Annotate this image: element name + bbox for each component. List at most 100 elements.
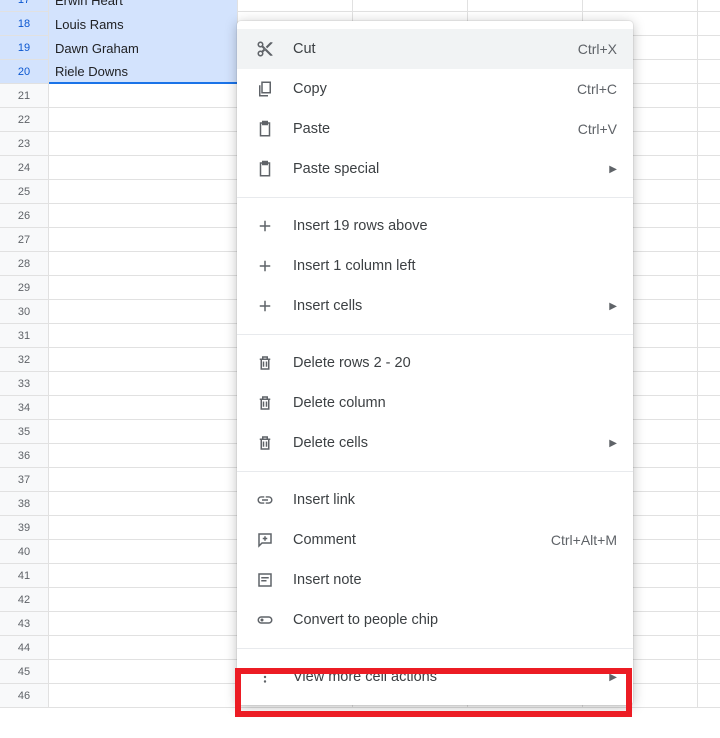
cell[interactable] [698,204,720,228]
menu-insert-link[interactable]: Insert link [237,480,633,520]
row-header[interactable]: 38 [0,492,49,516]
cell[interactable]: Louis Rams [49,12,238,36]
cell[interactable] [49,468,238,492]
cell[interactable] [698,348,720,372]
cell[interactable] [468,0,583,12]
row-header[interactable]: 22 [0,108,49,132]
cell[interactable]: Erwin Heart [49,0,238,12]
cell[interactable] [698,468,720,492]
cell[interactable] [698,84,720,108]
cell[interactable] [698,252,720,276]
cell[interactable] [698,0,720,12]
row-header[interactable]: 18 [0,12,49,36]
cell[interactable] [698,636,720,660]
cell[interactable] [698,684,720,708]
cell[interactable] [698,660,720,684]
cell[interactable] [698,180,720,204]
cell[interactable] [698,36,720,60]
cell[interactable] [698,564,720,588]
cell[interactable] [698,540,720,564]
cell[interactable] [238,0,353,12]
row-header[interactable]: 17 [0,0,49,12]
row-header[interactable]: 29 [0,276,49,300]
menu-insert-note[interactable]: Insert note [237,560,633,600]
row-header[interactable]: 41 [0,564,49,588]
menu-insert-cells[interactable]: Insert cells ▶ [237,286,633,326]
cell[interactable] [49,324,238,348]
row-header[interactable]: 28 [0,252,49,276]
row-header[interactable]: 44 [0,636,49,660]
row-header[interactable]: 42 [0,588,49,612]
row-header[interactable]: 20 [0,60,49,84]
cell[interactable] [49,372,238,396]
cell[interactable] [698,324,720,348]
cell[interactable] [49,180,238,204]
cell[interactable] [49,300,238,324]
cell[interactable]: Dawn Graham [49,36,238,60]
menu-comment[interactable]: Comment Ctrl+Alt+M [237,520,633,560]
cell[interactable] [49,492,238,516]
cell[interactable] [698,132,720,156]
cell[interactable] [698,276,720,300]
row-header[interactable]: 33 [0,372,49,396]
cell[interactable]: Riele Downs [49,60,238,84]
cell[interactable] [583,0,698,12]
cell[interactable] [49,612,238,636]
cell[interactable] [49,156,238,180]
row-header[interactable]: 31 [0,324,49,348]
row-header[interactable]: 24 [0,156,49,180]
menu-convert-people-chip[interactable]: Convert to people chip [237,600,633,640]
row-header[interactable]: 25 [0,180,49,204]
row-header[interactable]: 40 [0,540,49,564]
cell[interactable] [49,276,238,300]
row-header[interactable]: 37 [0,468,49,492]
cell[interactable] [353,0,468,12]
cell[interactable] [698,396,720,420]
cell[interactable] [698,612,720,636]
cell[interactable] [698,228,720,252]
menu-view-more-cell-actions[interactable]: View more cell actions ▶ [237,657,633,697]
cell[interactable] [698,108,720,132]
row-header[interactable]: 32 [0,348,49,372]
cell[interactable] [698,420,720,444]
cell[interactable] [49,252,238,276]
row-header[interactable]: 26 [0,204,49,228]
menu-delete-column[interactable]: Delete column [237,383,633,423]
menu-insert-rows-above[interactable]: Insert 19 rows above [237,206,633,246]
cell[interactable] [49,564,238,588]
row-header[interactable]: 43 [0,612,49,636]
row-header[interactable]: 27 [0,228,49,252]
cell[interactable] [49,132,238,156]
cell[interactable] [698,156,720,180]
table-row[interactable]: 17Erwin Heart [0,0,720,12]
cell[interactable] [49,108,238,132]
cell[interactable] [698,60,720,84]
cell[interactable] [49,660,238,684]
row-header[interactable]: 45 [0,660,49,684]
row-header[interactable]: 19 [0,36,49,60]
row-header[interactable]: 21 [0,84,49,108]
row-header[interactable]: 46 [0,684,49,708]
row-header[interactable]: 23 [0,132,49,156]
cell[interactable] [49,420,238,444]
menu-cut[interactable]: Cut Ctrl+X [237,29,633,69]
cell[interactable] [49,348,238,372]
menu-delete-rows[interactable]: Delete rows 2 - 20 [237,343,633,383]
cell[interactable] [49,84,238,108]
cell[interactable] [49,684,238,708]
cell[interactable] [49,516,238,540]
cell[interactable] [49,396,238,420]
cell[interactable] [49,204,238,228]
cell[interactable] [49,444,238,468]
cell[interactable] [698,444,720,468]
menu-insert-column-left[interactable]: Insert 1 column left [237,246,633,286]
cell[interactable] [698,372,720,396]
row-header[interactable]: 39 [0,516,49,540]
row-header[interactable]: 30 [0,300,49,324]
cell[interactable] [698,588,720,612]
menu-delete-cells[interactable]: Delete cells ▶ [237,423,633,463]
cell[interactable] [49,588,238,612]
cell[interactable] [698,516,720,540]
cell[interactable] [49,540,238,564]
menu-copy[interactable]: Copy Ctrl+C [237,69,633,109]
